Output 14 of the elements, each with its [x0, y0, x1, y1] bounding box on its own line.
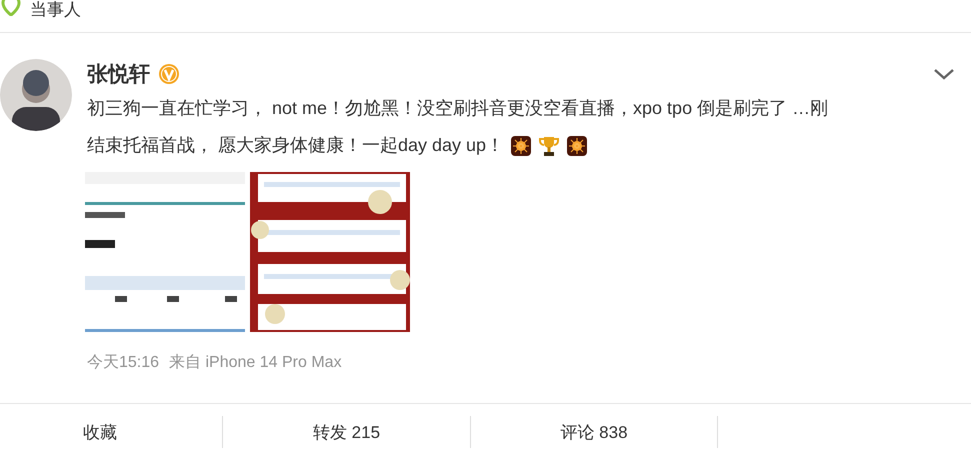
action-button[interactable]: 评论 838: [560, 420, 628, 444]
action-button[interactable]: 收藏: [83, 420, 117, 444]
post-source: 来自 iPhone 14 Pro Max: [169, 352, 342, 373]
chevron-down-icon[interactable]: [933, 67, 955, 81]
post-text: 初三狗一直在忙学习， not me！勿尬黑！没空刷抖音更没空看直播，xpo tpo 倒是刷完了 …刚: [87, 97, 828, 120]
firework-icon: [510, 134, 532, 156]
post-text: 结束托福首战， 愿大家身体健康！一起day day up！: [87, 134, 504, 157]
action-button[interactable]: 转发 215: [312, 420, 380, 444]
author-name[interactable]: 张悦轩: [87, 60, 150, 88]
trophy-icon: [538, 134, 560, 156]
post-time: 今天15:16: [87, 353, 160, 373]
location-icon: [0, 0, 22, 16]
header-label: 当事人: [30, 0, 81, 20]
firework-icon: [566, 134, 588, 156]
